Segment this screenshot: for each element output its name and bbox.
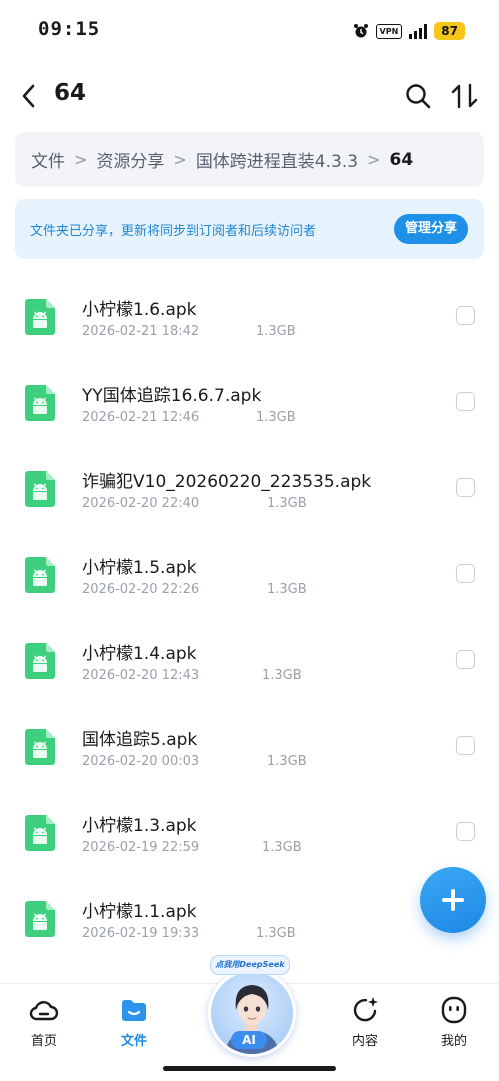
file-select-checkbox[interactable] [456,306,475,325]
cloud-icon [29,1001,59,1021]
file-date: 2026-02-20 22:40 [82,496,200,511]
deepseek-tag[interactable]: 点我用DeepSeek [210,955,290,975]
file-date: 2026-02-20 22:26 [82,582,200,597]
file-select-checkbox[interactable] [456,822,475,841]
file-name: 国体追踪5.apk [82,730,198,750]
status-bar: 09:15 VPN 87 [0,0,499,62]
file-name: 小柠檬1.1.apk [82,902,197,922]
breadcrumb-item-current: 64 [389,149,414,170]
apk-file-icon [25,557,55,593]
apk-file-icon [25,643,55,679]
file-select-checkbox[interactable] [456,564,475,583]
alarm-icon [353,24,368,38]
status-icons: VPN 87 [353,20,465,42]
file-row[interactable]: 国体追踪5.apk 2026-02-20 00:03 1.3GB [0,702,499,788]
file-row[interactable]: 小柠檬1.6.apk 2026-02-21 18:42 1.3GB [0,272,499,358]
file-size: 1.3GB [256,324,296,339]
file-size: 1.3GB [256,410,296,425]
file-list: 小柠檬1.6.apk 2026-02-21 18:42 1.3GB YY国体追踪16.… [0,272,499,960]
file-name: 小柠檬1.3.apk [82,816,197,836]
search-icon[interactable] [404,82,432,110]
apk-file-icon [25,471,55,507]
file-date: 2026-02-20 00:03 [82,754,200,769]
share-banner: 文件夹已分享，更新将同步到订阅者和后续访问者 管理分享 [15,199,484,259]
apk-file-icon [25,729,55,765]
nav-home-label: 首页 [30,1034,57,1049]
file-name: YY国体追踪16.6.7.apk [82,386,262,406]
chevron-left-icon[interactable] [16,82,44,110]
file-date: 2026-02-21 12:46 [82,410,200,425]
ai-label: AI [231,1031,267,1049]
add-button[interactable] [420,867,486,933]
vpn-icon: VPN [375,23,403,39]
file-size: 1.3GB [267,754,307,769]
nav-files-label: 文件 [120,1034,147,1049]
file-row[interactable]: 小柠檬1.5.apk 2026-02-20 22:26 1.3GB [0,530,499,616]
folder-icon [122,1000,146,1021]
file-date: 2026-02-21 18:42 [82,324,200,339]
breadcrumb-separator: > [173,150,187,169]
breadcrumb-item-resource-share[interactable]: 资源分享 [96,147,164,172]
profile-face-icon [441,996,467,1024]
file-date: 2026-02-19 19:33 [82,926,200,941]
file-name: 小柠檬1.5.apk [82,558,197,578]
file-select-checkbox[interactable] [456,478,475,497]
file-name: 小柠檬1.4.apk [82,644,197,664]
breadcrumb-separator: > [74,150,88,169]
nav-home[interactable]: 首页 [14,994,74,1049]
breadcrumb-item-files[interactable]: 文件 [31,147,65,172]
sort-icon[interactable] [450,82,480,110]
battery-badge: 87 [434,22,465,40]
top-app-bar: 64 [0,70,499,122]
file-row[interactable]: 小柠檬1.3.apk 2026-02-19 22:59 1.3GB [0,788,499,874]
apk-file-icon [25,815,55,851]
signal-icon [409,23,428,39]
ai-assistant-button[interactable]: 点我用DeepSeek AI [204,955,296,1057]
apk-file-icon [25,901,55,937]
file-name: 诈骗犯V10_20260220_223535.apk [82,472,372,492]
nav-files[interactable]: 文件 [104,994,164,1049]
nav-mine[interactable]: 我的 [424,994,484,1049]
nav-content[interactable]: 内容 [335,994,395,1049]
breadcrumb: 文件 > 资源分享 > 国体跨进程直装4.3.3 > 64 [15,132,484,187]
sparkle-refresh-icon [353,997,378,1022]
apk-file-icon [25,385,55,421]
file-row[interactable]: 小柠檬1.4.apk 2026-02-20 12:43 1.3GB [0,616,499,702]
file-row[interactable]: YY国体追踪16.6.7.apk 2026-02-21 12:46 1.3GB [0,358,499,444]
breadcrumb-separator: > [367,150,381,169]
file-row[interactable]: 诈骗犯V10_20260220_223535.apk 2026-02-20 22:… [0,444,499,530]
manage-share-button[interactable]: 管理分享 [393,214,468,244]
status-time: 09:15 [38,18,101,40]
apk-file-icon [25,299,55,335]
file-date: 2026-02-19 22:59 [82,840,200,855]
nav-content-label: 内容 [351,1034,378,1049]
file-size: 1.3GB [267,496,307,511]
file-size: 1.3GB [256,926,296,941]
file-select-checkbox[interactable] [456,392,475,411]
file-select-checkbox[interactable] [456,650,475,669]
file-size: 1.3GB [262,668,302,683]
file-date: 2026-02-20 12:43 [82,668,200,683]
file-size: 1.3GB [262,840,302,855]
file-select-checkbox[interactable] [456,736,475,755]
share-banner-text: 文件夹已分享，更新将同步到订阅者和后续访问者 [30,224,317,239]
nav-mine-label: 我的 [440,1034,467,1049]
page-title: 64 [54,80,87,106]
file-name: 小柠檬1.6.apk [82,300,197,320]
file-size: 1.3GB [267,582,307,597]
home-indicator[interactable] [163,1066,336,1071]
breadcrumb-item-folder[interactable]: 国体跨进程直装4.3.3 [196,147,358,172]
